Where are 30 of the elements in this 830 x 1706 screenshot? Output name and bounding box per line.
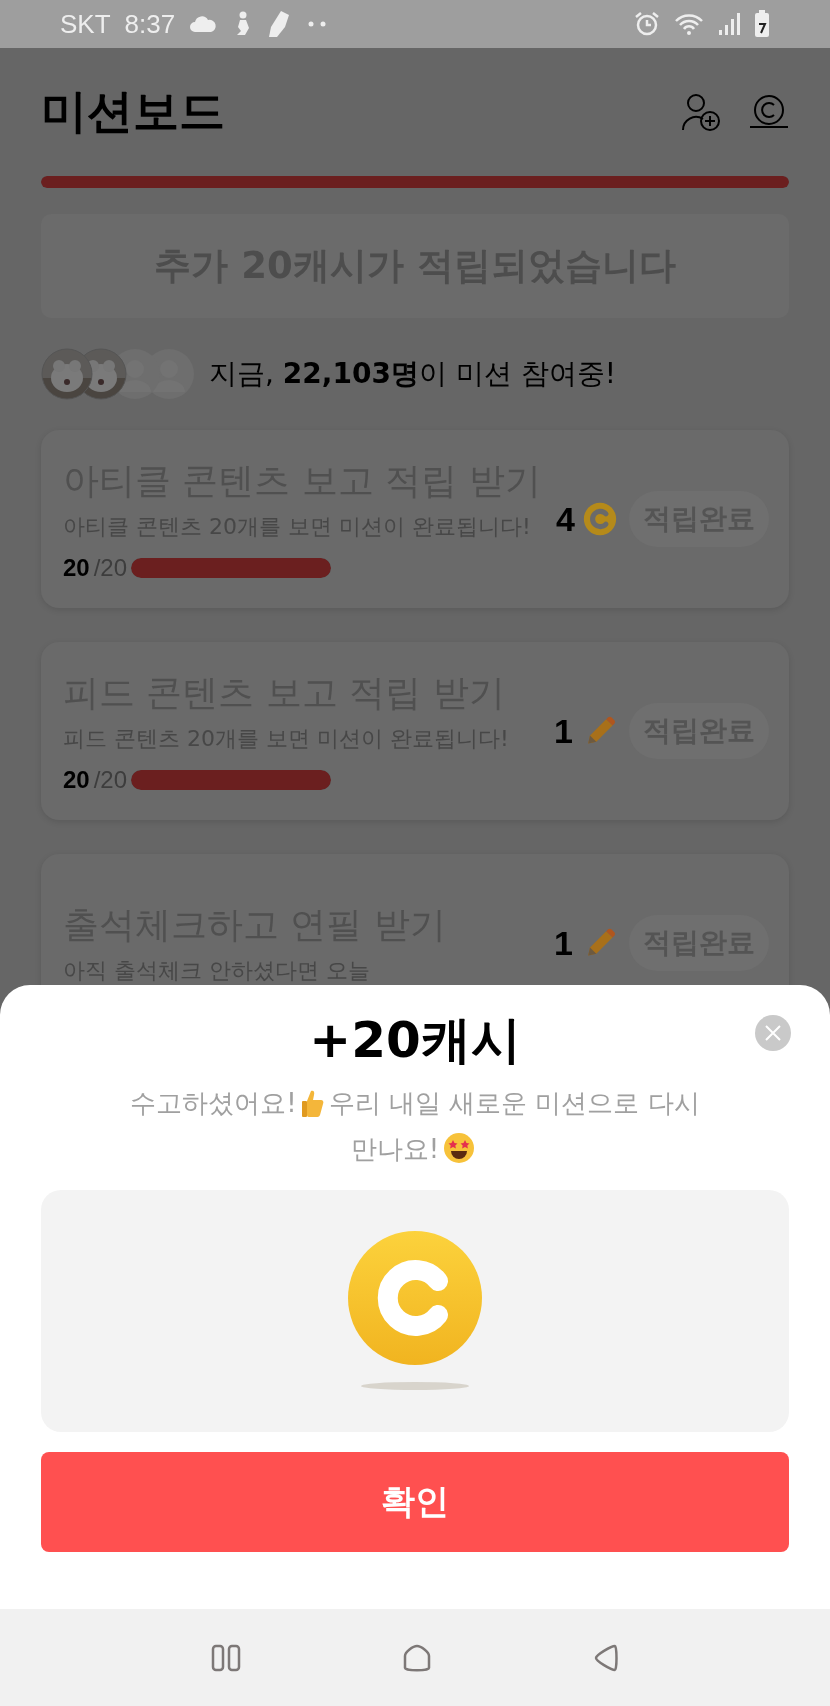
page-title: 미션보드 [41,83,226,140]
message-text: 수고하셨어요! [130,1088,297,1118]
progress-count: 20 [63,765,90,794]
coin-icon [583,502,617,536]
reward-amount: 4 [556,499,575,539]
reward-amount: 1 [554,923,573,963]
progress-count: 20 [63,553,90,582]
recent-apps-icon[interactable] [210,1643,241,1672]
add-friend-icon[interactable] [681,92,721,132]
message-text: 만나요! [350,1134,440,1164]
signal-icon [718,12,740,36]
coin-icon[interactable] [749,95,789,129]
coin-icon [347,1231,483,1391]
participants-text: 지금, 22,103명이 미션 참여중! [209,356,616,392]
clock-text: 8:37 [124,8,176,40]
carrier-text: SKT [60,8,111,40]
home-icon[interactable] [402,1642,432,1673]
wifi-icon [674,12,704,36]
back-icon[interactable] [593,1642,620,1673]
close-icon [763,1023,783,1043]
cloud-icon [189,15,218,33]
thumbs-up-icon [300,1088,325,1118]
message-text: 우리 내일 새로운 미션으로 다시 [328,1088,700,1118]
alarm-icon [634,11,660,37]
battery-icon [754,10,770,38]
confirm-button[interactable]: 확인 [41,1452,789,1552]
sheet-title: +20캐시 [309,1010,521,1071]
reward-amount: 1 [554,711,573,751]
emoji-icon [443,1132,476,1164]
dots-icon [307,20,328,28]
